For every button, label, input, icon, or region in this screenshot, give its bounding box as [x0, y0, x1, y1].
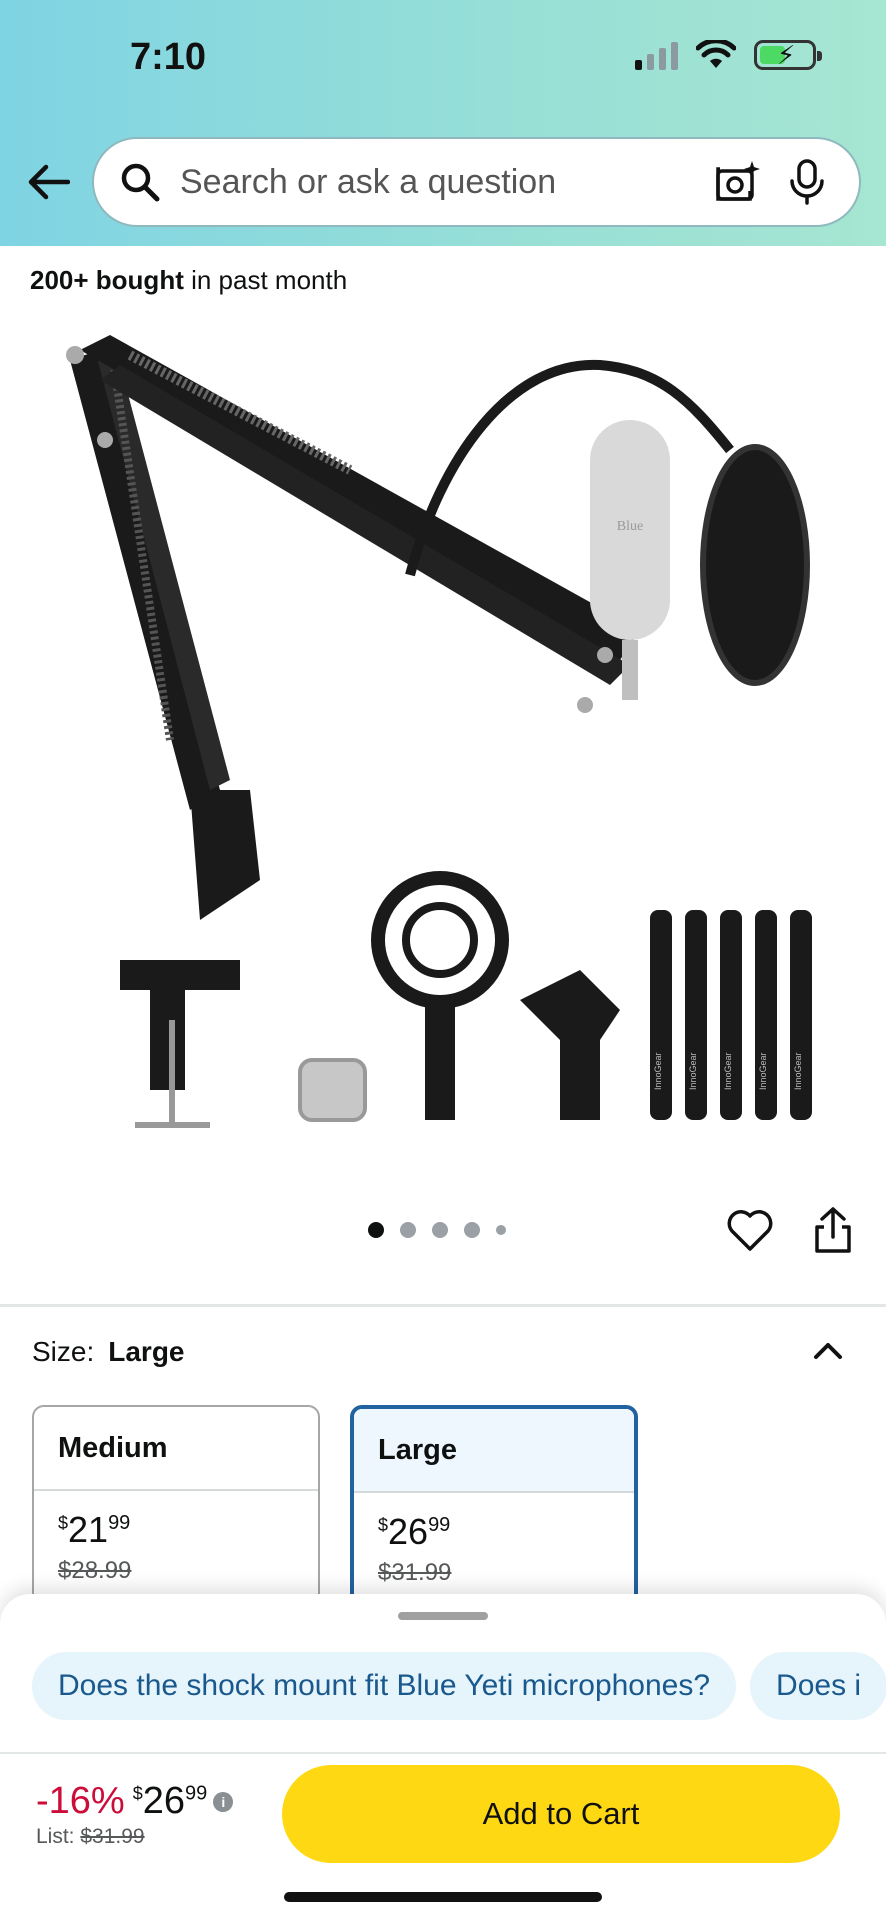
question-chips-scroller: Does the shock mount fit Blue Yeti micro…	[0, 1594, 886, 1744]
size-selector-label: Size: Large	[32, 1336, 185, 1368]
bought-count-bold: 200+ bought	[30, 265, 184, 295]
mic-brand-label: Blue	[617, 519, 643, 534]
deal-price: $2699	[132, 1780, 208, 1822]
size-option-large[interactable]: Large $2699 $31.99	[350, 1405, 638, 1625]
header: 7:10 ⚡ Search or ask a question	[0, 0, 886, 246]
section-divider	[0, 1304, 886, 1307]
share-icon	[815, 1207, 851, 1253]
size-option-price: $2199	[58, 1509, 131, 1550]
chevron-up-icon	[814, 1343, 842, 1359]
wifi-icon	[696, 40, 736, 68]
list-price: List: $31.99	[36, 1825, 145, 1848]
carousel-dot[interactable]	[432, 1222, 448, 1238]
size-option-list-price: $31.99	[378, 1559, 452, 1586]
search-bar[interactable]: Search or ask a question	[92, 137, 861, 227]
tie-brand-label: InnoGear	[653, 1052, 663, 1090]
size-label: Size:	[32, 1336, 95, 1367]
microphone-icon	[790, 159, 824, 205]
status-time: 7:10	[130, 36, 207, 78]
camera-sparkle-icon	[716, 161, 760, 201]
size-option-price: $2699	[378, 1511, 451, 1552]
info-icon[interactable]: i	[213, 1791, 234, 1812]
size-selected-value: Large	[108, 1336, 185, 1367]
size-option-medium[interactable]: Medium $2199 $28.99	[32, 1405, 320, 1625]
size-option-name: Medium	[34, 1407, 318, 1491]
home-indicator	[284, 1892, 602, 1902]
cellular-signal-icon	[635, 40, 678, 70]
battery-icon: ⚡	[754, 40, 822, 70]
carousel-dot[interactable]	[368, 1222, 384, 1238]
boom-arm-illustration: Blue InnoGear InnoGear InnoGear InnoGear…	[66, 335, 812, 1128]
deal-price-block: -16% $2699 i List: $31.99	[36, 1780, 234, 1849]
question-chip[interactable]: Does i	[750, 1652, 886, 1720]
tie-brand-label: InnoGear	[758, 1052, 768, 1090]
carousel-dot[interactable]	[400, 1222, 416, 1238]
wishlist-button[interactable]	[725, 1205, 775, 1255]
bought-count-rest: in past month	[183, 265, 348, 295]
search-input[interactable]: Search or ask a question	[180, 163, 693, 202]
carousel-dot[interactable]	[496, 1225, 506, 1235]
product-image[interactable]: Blue InnoGear InnoGear InnoGear InnoGear…	[40, 320, 850, 1150]
add-to-cart-button[interactable]: Add to Cart	[282, 1765, 840, 1863]
bottom-sheet: Does the shock mount fit Blue Yeti micro…	[0, 1594, 886, 1920]
share-button[interactable]	[808, 1205, 858, 1255]
tie-brand-label: InnoGear	[688, 1052, 698, 1090]
status-icons: ⚡	[635, 40, 822, 70]
size-option-list-price: $28.99	[58, 1557, 132, 1584]
sheet-divider	[0, 1752, 886, 1754]
back-button[interactable]	[24, 158, 72, 206]
voice-search-button[interactable]	[781, 156, 833, 208]
image-carousel-dots	[368, 1222, 506, 1238]
question-chip[interactable]: Does the shock mount fit Blue Yeti micro…	[32, 1652, 737, 1720]
camera-search-button[interactable]	[711, 156, 763, 208]
search-icon	[121, 163, 160, 202]
carousel-dot[interactable]	[464, 1222, 480, 1238]
bought-count: 200+ bought in past month	[30, 265, 347, 296]
back-arrow-icon	[28, 164, 70, 200]
size-option-name: Large	[354, 1409, 634, 1493]
tie-brand-label: InnoGear	[793, 1052, 803, 1090]
heart-icon	[727, 1210, 773, 1251]
tie-brand-label: InnoGear	[723, 1052, 733, 1090]
discount-percent: -16%	[36, 1780, 125, 1822]
collapse-size-button[interactable]	[808, 1330, 848, 1370]
